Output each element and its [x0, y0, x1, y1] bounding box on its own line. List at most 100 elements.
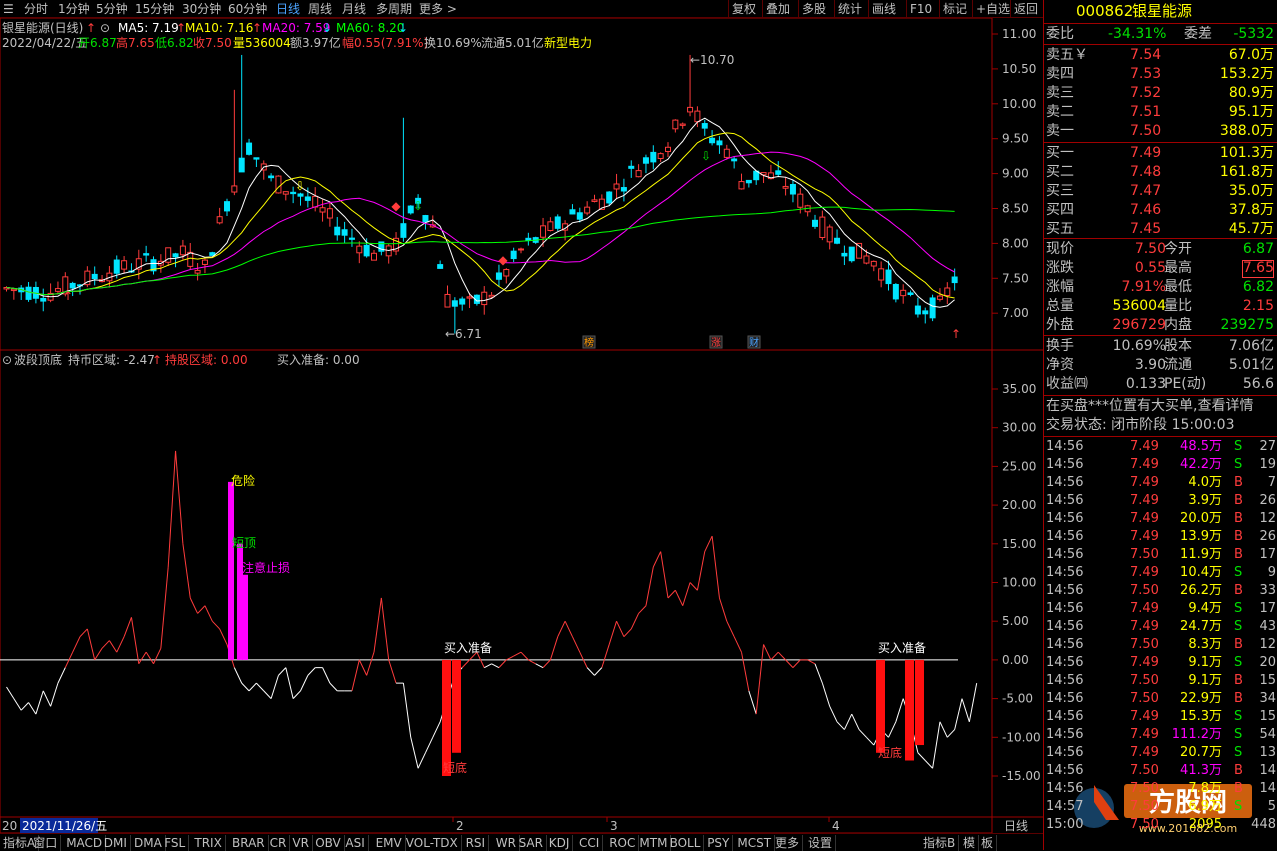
- label-stop-loss: 注意止损: [242, 560, 290, 575]
- period-tab-3[interactable]: 15分钟: [135, 1, 174, 17]
- tick-count: 12: [1259, 637, 1276, 652]
- ind-axis-label: -5.00: [1002, 692, 1033, 706]
- candle-body: [628, 165, 635, 169]
- period-tab-9[interactable]: 多周期: [376, 1, 412, 17]
- toolbar-button-7[interactable]: +自选: [972, 0, 1013, 18]
- candle-body: [569, 209, 576, 215]
- indicator-tab-rsi[interactable]: RSI: [463, 835, 490, 851]
- candle-body: [687, 106, 694, 113]
- tick-price: 7.49: [1130, 727, 1159, 742]
- indicator-tab-cci[interactable]: CCI: [576, 835, 604, 851]
- indicator-tab-sar[interactable]: SAR: [516, 835, 547, 851]
- indicator-tab-asi[interactable]: ASI: [342, 835, 369, 851]
- ask-label: 卖二: [1046, 104, 1074, 120]
- indicator-tab-obv[interactable]: OBV: [312, 835, 345, 851]
- menu-icon[interactable]: ☰: [3, 1, 14, 17]
- period-tab-6[interactable]: 日线: [276, 1, 300, 17]
- tick-price: 7.50: [1130, 547, 1159, 562]
- indicator-tab-emv[interactable]: EMV: [373, 835, 406, 851]
- indicator-tab-brar[interactable]: BRAR: [229, 835, 269, 851]
- candle-body: [826, 226, 833, 243]
- indicator-tab-psy[interactable]: PSY: [704, 835, 734, 851]
- oscillator-segment: [197, 605, 206, 614]
- indicator-tab-mcst[interactable]: MCST: [734, 835, 776, 851]
- candle-body: [885, 269, 892, 285]
- indicator-tab-macd[interactable]: MACD: [63, 835, 107, 851]
- period-tab-1[interactable]: 1分钟: [58, 1, 90, 17]
- bottom-right-tab-1[interactable]: 模: [960, 835, 980, 851]
- stat-value: 0.55: [1134, 260, 1166, 276]
- period-tab-7[interactable]: 周线: [308, 1, 332, 17]
- fund-label: PE(动): [1164, 376, 1207, 392]
- tick-time: 15:00: [1046, 817, 1084, 832]
- indicator-tab-dmi[interactable]: DMI: [101, 835, 131, 851]
- bottom-bar: [915, 659, 924, 746]
- oscillator-segment: [292, 690, 301, 699]
- oscillator-segment: [498, 659, 507, 668]
- period-tab-2[interactable]: 5分钟: [96, 1, 128, 17]
- indicator-tab-设置[interactable]: 设置: [805, 835, 837, 851]
- fund-label: 净资: [1046, 357, 1074, 373]
- divider: [1044, 142, 1277, 143]
- candle-body: [892, 283, 899, 300]
- indicator-tab-trix[interactable]: TRIX: [191, 835, 226, 851]
- indicator-tab-boll[interactable]: BOLL: [667, 835, 705, 851]
- candle-body: [341, 229, 348, 236]
- tick-count: 14: [1259, 781, 1276, 796]
- oscillator-segment: [726, 620, 735, 637]
- tick-time: 14:56: [1046, 709, 1084, 724]
- fund-row: 换手 10.69% 股本 7.06亿: [1044, 337, 1277, 356]
- toolbar-button-4[interactable]: 画线: [868, 0, 899, 18]
- candle-body: [554, 216, 561, 229]
- indicator-tab-窗口[interactable]: 窗口: [30, 835, 62, 851]
- oscillator-segment: [520, 651, 529, 661]
- stat-label: 现价: [1046, 241, 1074, 257]
- period-tab-8[interactable]: 月线: [342, 1, 366, 17]
- oscillator-segment: [86, 628, 96, 661]
- candle-body: [466, 296, 473, 299]
- bottom-right-tab-2[interactable]: 板: [978, 835, 998, 851]
- bottom-bar: [442, 659, 451, 776]
- stat-label: 量比: [1164, 298, 1192, 314]
- indicator-tab-fsl[interactable]: FSL: [161, 835, 190, 851]
- toolbar-button-3[interactable]: 统计: [834, 0, 865, 18]
- period-tab-5[interactable]: 60分钟: [228, 1, 267, 17]
- candle-body: [326, 208, 333, 219]
- ma10-line: [6, 132, 955, 299]
- toolbar-button-6[interactable]: 标记: [939, 0, 970, 18]
- hold-cash-label: 持币区域: -2.47: [68, 352, 155, 367]
- period-tab-10[interactable]: 更多 >: [419, 1, 457, 17]
- indicator-tab-更多[interactable]: 更多: [772, 835, 804, 851]
- toolbar-button-8[interactable]: 返回: [1010, 0, 1041, 18]
- tick-count: 15: [1259, 673, 1276, 688]
- period-tab-4[interactable]: 30分钟: [182, 1, 221, 17]
- hold-arrow-icon: ↑: [152, 353, 162, 367]
- tick-price: 7.49: [1130, 475, 1159, 490]
- toolbar-button-5[interactable]: F10: [906, 0, 935, 18]
- price-axis-label: 9.50: [1002, 132, 1029, 146]
- tick-row: 14:57 7.50 6.9万 S 5: [1044, 798, 1277, 816]
- tick-side: B: [1234, 583, 1243, 598]
- oscillator-segment: [807, 659, 816, 665]
- indicator-tab-cr[interactable]: CR: [267, 835, 291, 851]
- candle-body: [304, 196, 311, 201]
- indicator-tab-vr[interactable]: VR: [289, 835, 313, 851]
- indicator-tab-roc[interactable]: ROC: [606, 835, 640, 851]
- tick-volume: 26.2万: [1180, 583, 1222, 598]
- ind-axis-label: 0.00: [1002, 653, 1029, 667]
- oscillator-segment: [843, 713, 853, 730]
- bottom-right-tab-0[interactable]: 指标B: [920, 835, 960, 851]
- indicator-tab-kdj[interactable]: KDJ: [546, 835, 574, 851]
- toolbar-button-2[interactable]: 多股: [798, 0, 829, 18]
- toolbar-button-1[interactable]: 叠加: [762, 0, 793, 18]
- oscillator-segment: [821, 682, 831, 707]
- tick-count: 54: [1259, 727, 1276, 742]
- indicator-tab-vol-tdx[interactable]: VOL-TDX: [403, 835, 462, 851]
- tick-price: 7.49: [1130, 601, 1159, 616]
- period-tab-0[interactable]: 分时: [24, 1, 48, 17]
- toolbar-button-0[interactable]: 复权: [728, 0, 759, 18]
- big-order-notice[interactable]: 在买盘***位置有大买单,查看详情: [1044, 397, 1277, 416]
- kline-chart-area[interactable]: 银星能源(日线) ↑ ⊙ MA5: 7.19 MA10: 7.16 MA20: 7.59 M…: [0, 18, 1043, 833]
- chart-frame: [0, 18, 993, 833]
- candle-body: [510, 250, 517, 260]
